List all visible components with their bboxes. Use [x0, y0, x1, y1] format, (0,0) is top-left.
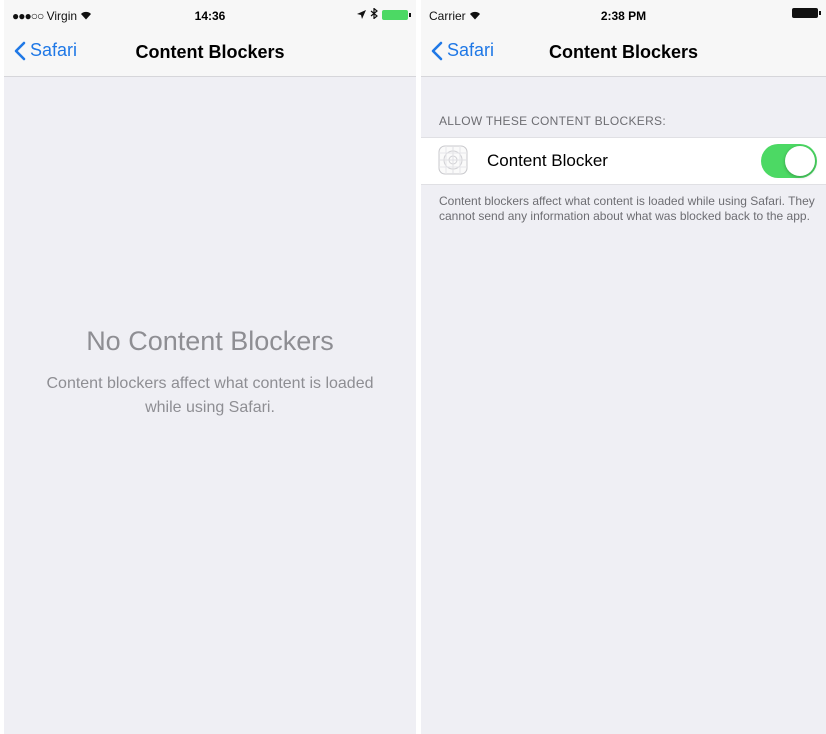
section-header: ALLOW THESE CONTENT BLOCKERS:	[439, 114, 666, 128]
location-icon	[357, 8, 366, 22]
battery-icon	[382, 10, 411, 20]
navigation-bar: Safari Content Blockers	[421, 30, 826, 74]
bluetooth-icon	[370, 7, 378, 22]
status-time: 14:36	[194, 9, 226, 23]
toggle-knob	[785, 146, 815, 176]
content-blocker-toggle[interactable]	[761, 144, 817, 178]
status-bar: ●●●○○ Virgin 14:36	[4, 0, 416, 30]
content-blocker-row: Content Blocker	[421, 137, 826, 185]
empty-state-description: Content blockers affect what content is …	[46, 375, 374, 416]
left-screen: ●●●○○ Virgin 14:36 Safari Content Blocke…	[4, 0, 416, 734]
content-blocker-label: Content Blocker	[487, 151, 608, 170]
app-placeholder-icon	[438, 145, 468, 175]
status-icons	[357, 7, 411, 22]
top-chrome: Carrier 2:38 PM Safari Content Blockers	[421, 0, 826, 77]
right-screen: Carrier 2:38 PM Safari Content Blockers …	[421, 0, 826, 734]
status-icons	[792, 8, 821, 18]
status-bar: Carrier 2:38 PM	[421, 0, 826, 30]
battery-icon	[792, 8, 821, 18]
status-time: 2:38 PM	[600, 9, 647, 23]
page-title: Content Blockers	[548, 42, 699, 62]
navigation-bar: Safari Content Blockers	[4, 30, 416, 74]
page-title: Content Blockers	[135, 42, 285, 62]
top-chrome: ●●●○○ Virgin 14:36 Safari Content Blocke…	[4, 0, 416, 77]
empty-state-title: No Content Blockers	[86, 326, 334, 356]
section-footer: Content blockers affect what content is …	[439, 194, 815, 223]
